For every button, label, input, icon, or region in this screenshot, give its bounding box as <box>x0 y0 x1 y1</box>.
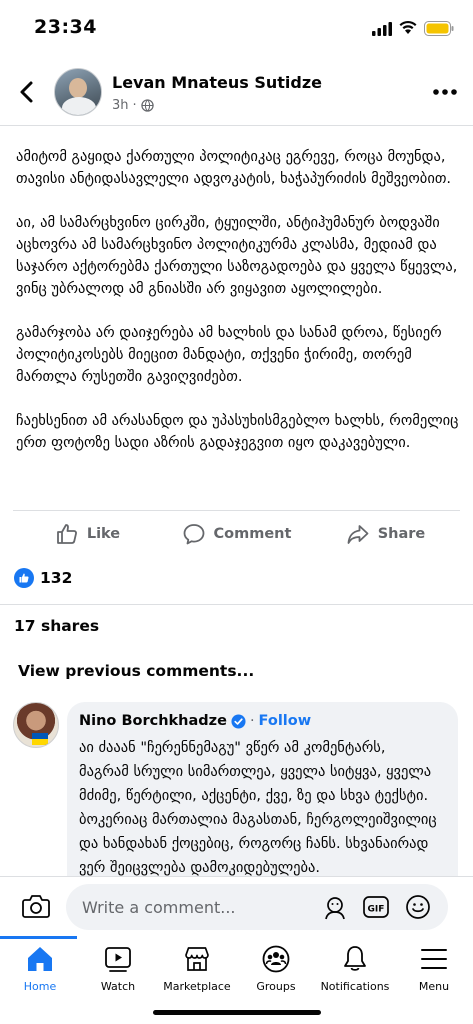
verified-badge-icon <box>231 713 246 729</box>
menu-icon <box>421 949 447 969</box>
bell-icon <box>344 946 366 971</box>
more-options-icon[interactable] <box>432 88 458 96</box>
author-avatar[interactable] <box>54 68 102 116</box>
comment-bubble-icon <box>183 523 204 544</box>
tab-marketplace[interactable]: Marketplace <box>157 944 237 993</box>
author-name[interactable]: Levan Mnateus Sutidze <box>112 73 322 92</box>
marketplace-icon <box>185 947 209 971</box>
share-button[interactable]: Share <box>311 511 460 556</box>
share-count[interactable]: 17 shares <box>14 617 99 635</box>
like-reaction-icon <box>14 568 34 588</box>
status-time: 23:34 <box>34 16 97 38</box>
view-previous-comments[interactable]: View previous comments... <box>18 662 254 680</box>
post-paragraph: ამიტომ გაყიდა ქართული პოლიტიკაც ეგრევე, … <box>16 149 452 187</box>
post-actions: Like Comment Share <box>13 510 460 556</box>
comment-button[interactable]: Comment <box>162 511 311 556</box>
reaction-count: 132 <box>40 569 73 587</box>
home-icon <box>28 947 52 971</box>
comment-bubble: Nino Borchkhadze · Follow აი ძააან "ჩერე… <box>67 702 458 902</box>
post-paragraph: ჩაეხსენით ამ არასანდო და უპასუხისმგებლო … <box>16 413 459 451</box>
camera-icon[interactable] <box>22 893 50 919</box>
tab-label: Groups <box>256 980 296 993</box>
meta-separator: · <box>132 98 137 113</box>
comment-input[interactable] <box>66 884 448 930</box>
post-body: ამიტომ გაყიდა ქართული პოლიტიკაც ეგრევე, … <box>16 146 461 476</box>
tab-home[interactable]: Home <box>0 944 80 993</box>
status-bar: 23:34 <box>0 0 473 56</box>
wifi-icon <box>399 20 417 34</box>
gif-icon[interactable]: GIF <box>363 894 389 920</box>
share-label: Share <box>377 525 426 542</box>
tab-label: Marketplace <box>163 980 231 993</box>
thumbs-up-icon <box>56 523 77 544</box>
comment-label: Comment <box>213 525 292 542</box>
emoji-icon[interactable] <box>405 894 431 920</box>
public-globe-icon <box>140 99 154 112</box>
tab-label: Watch <box>100 980 136 993</box>
reaction-summary[interactable]: 132 <box>14 568 72 588</box>
follow-button[interactable]: Follow <box>259 713 312 729</box>
like-label: Like <box>86 525 121 542</box>
share-arrow-icon <box>347 524 369 544</box>
tab-label: Home <box>23 980 57 993</box>
post-header: Levan Mnateus Sutidze 3h · <box>0 60 473 126</box>
tab-groups[interactable]: Groups <box>236 944 316 993</box>
commenter-name[interactable]: Nino Borchkhadze <box>79 713 227 729</box>
tab-label: Notifications <box>320 980 390 993</box>
cellular-signal-icon <box>372 22 392 36</box>
post-paragraph: გამარჯობა არ დაიჯერება ამ ხალხის და სანა… <box>16 325 442 385</box>
active-tab-indicator <box>0 936 77 939</box>
comment-separator: · <box>249 713 255 729</box>
divider <box>0 604 473 605</box>
tab-notifications[interactable]: Notifications <box>315 944 395 993</box>
comment-text: აი ძააან "ჩერენნემაგუ" ვწერ ამ კომენტარს… <box>79 740 437 876</box>
post-meta: 3h · <box>112 98 154 113</box>
svg-text:GIF: GIF <box>368 905 385 915</box>
watch-icon <box>105 947 131 972</box>
home-indicator <box>153 1010 321 1015</box>
tab-menu[interactable]: Menu <box>394 944 473 993</box>
tab-label: Menu <box>418 980 450 993</box>
comment-composer: GIF <box>0 876 473 936</box>
battery-icon <box>424 21 454 36</box>
back-arrow-icon[interactable] <box>16 80 38 104</box>
comment-header: Nino Borchkhadze · Follow <box>79 710 446 732</box>
like-button[interactable]: Like <box>13 511 162 556</box>
post-timestamp[interactable]: 3h <box>112 98 129 113</box>
commenter-avatar[interactable] <box>13 702 59 748</box>
post-paragraph: აი, ამ სამარცხვინო ცირკში, ტყუილში, ანტი… <box>16 215 458 297</box>
avatar-sticker-icon[interactable] <box>322 894 348 920</box>
tab-watch[interactable]: Watch <box>78 944 158 993</box>
groups-icon <box>262 945 290 973</box>
